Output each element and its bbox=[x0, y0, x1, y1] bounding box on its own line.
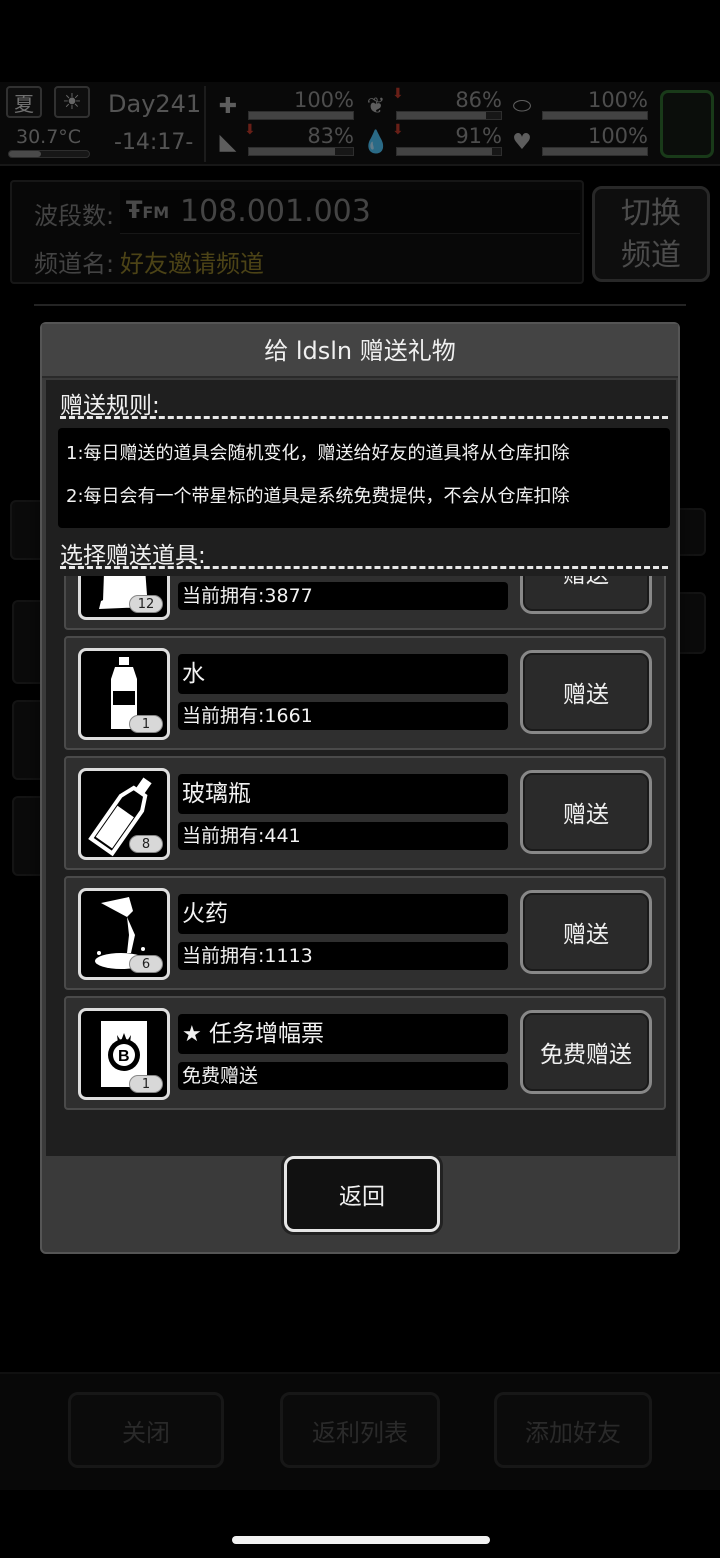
dashed-divider bbox=[60, 416, 668, 419]
gift-button[interactable]: 赠送 bbox=[520, 890, 652, 974]
star-icon: ★ bbox=[182, 1022, 202, 1047]
list-item: 8 玻璃瓶 当前拥有:441 赠送 bbox=[64, 756, 666, 870]
item-name: 火药 bbox=[178, 894, 508, 934]
gift-dialog: 给 ldsln 赠送礼物 赠送规则: 1:每日赠送的道具会随机变化，赠送给好友的… bbox=[40, 322, 680, 1254]
dashed-divider bbox=[60, 566, 668, 569]
item-owned: 免费赠送 bbox=[178, 1062, 508, 1090]
home-indicator bbox=[232, 1536, 490, 1544]
select-title: 选择赠送道具: bbox=[60, 543, 206, 569]
dialog-body: 赠送规则: 1:每日赠送的道具会随机变化，赠送给好友的道具将从仓库扣除 2:每日… bbox=[46, 380, 676, 1156]
gift-button[interactable]: 赠送 bbox=[520, 770, 652, 854]
item-name: 水 bbox=[178, 654, 508, 694]
dialog-title: 给 ldsln 赠送礼物 bbox=[42, 324, 678, 378]
rules-box: 1:每日赠送的道具会随机变化，赠送给好友的道具将从仓库扣除 2:每日会有一个带星… bbox=[58, 428, 670, 528]
gift-button[interactable]: 赠送 bbox=[520, 650, 652, 734]
item-owned: 当前拥有:3877 bbox=[178, 582, 508, 610]
item-name: 玻璃瓶 bbox=[178, 774, 508, 814]
fertilizer-icon: F 12 bbox=[78, 576, 170, 620]
item-list[interactable]: F 12 肥料 当前拥有:3877 赠送 1 bbox=[60, 576, 668, 1156]
gunpowder-icon: 6 bbox=[78, 888, 170, 980]
item-owned: 当前拥有:1661 bbox=[178, 702, 508, 730]
svg-text:B: B bbox=[118, 1048, 130, 1065]
svg-text:F: F bbox=[119, 576, 130, 579]
item-owned: 当前拥有:1113 bbox=[178, 942, 508, 970]
rule-line: 2:每日会有一个带星标的道具是系统免费提供，不会从仓库扣除 bbox=[66, 486, 570, 507]
item-name: ★ 任务增幅票 bbox=[178, 1014, 508, 1054]
list-item: 6 火药 当前拥有:1113 赠送 bbox=[64, 876, 666, 990]
glass-bottle-icon: 8 bbox=[78, 768, 170, 860]
list-item: B 1 ★ 任务增幅票 免费赠送 免费赠送 bbox=[64, 996, 666, 1110]
list-item: F 12 肥料 当前拥有:3877 赠送 bbox=[64, 576, 666, 630]
water-bottle-icon: 1 bbox=[78, 648, 170, 740]
gift-button[interactable]: 赠送 bbox=[520, 576, 652, 614]
item-owned: 当前拥有:441 bbox=[178, 822, 508, 850]
rules-title: 赠送规则: bbox=[60, 393, 160, 419]
return-button[interactable]: 返回 bbox=[284, 1156, 440, 1232]
list-item: 1 水 当前拥有:1661 赠送 bbox=[64, 636, 666, 750]
rule-line: 1:每日赠送的道具会随机变化，赠送给好友的道具将从仓库扣除 bbox=[66, 443, 570, 464]
free-gift-button[interactable]: 免费赠送 bbox=[520, 1010, 652, 1094]
ticket-icon: B 1 bbox=[78, 1008, 170, 1100]
